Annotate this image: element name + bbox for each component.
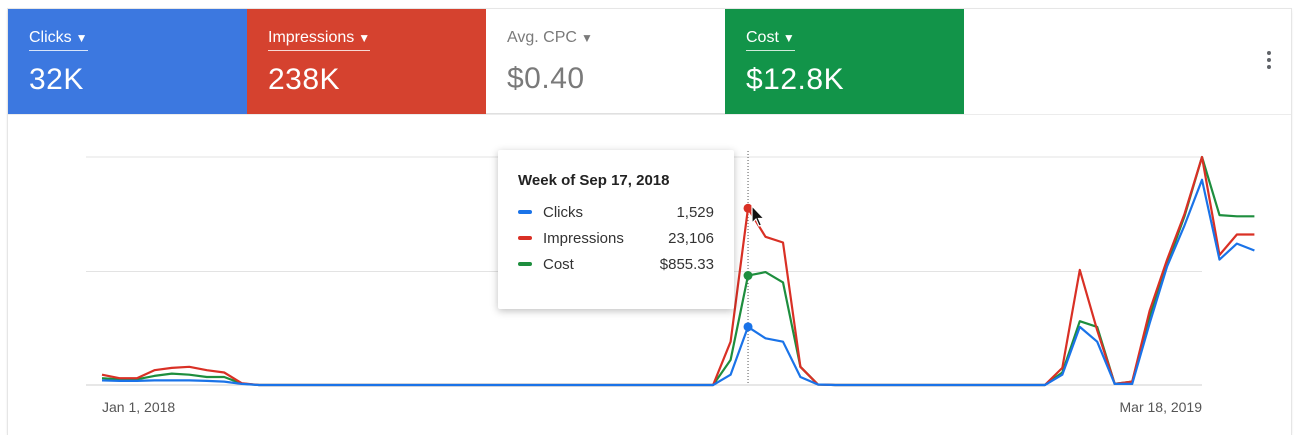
legend-swatch <box>518 262 532 266</box>
tooltip-row-impressions: Impressions 23,106 <box>518 225 714 251</box>
tooltip-row-name: Cost <box>543 255 574 273</box>
x-tick-label: Jan 1, 2018 <box>102 399 175 415</box>
highlight-point-cost <box>743 271 753 281</box>
tooltip-row-name: Clicks <box>543 203 583 221</box>
legend-swatch <box>518 210 532 214</box>
highlight-point-clicks <box>743 322 753 332</box>
performance-chart-card: Clicks ▼ 32K Impressions ▼ 238K Avg. CPC ▼ … <box>8 9 1291 435</box>
chart-tooltip: Week of Sep 17, 2018 Clicks 1,529 Impres… <box>498 150 734 309</box>
mouse-pointer-icon <box>751 205 766 227</box>
tooltip-row-value: 23,106 <box>668 229 714 247</box>
tooltip-row-clicks: Clicks 1,529 <box>518 199 714 225</box>
x-tick-label: Mar 18, 2019 <box>1120 399 1203 415</box>
tooltip-row-name: Impressions <box>543 229 624 247</box>
tooltip-row-cost: Cost $855.33 <box>518 251 714 277</box>
tooltip-row-value: $855.33 <box>659 255 714 273</box>
legend-swatch <box>518 236 532 240</box>
tooltip-title: Week of Sep 17, 2018 <box>518 172 670 189</box>
tooltip-row-value: 1,529 <box>676 203 714 221</box>
